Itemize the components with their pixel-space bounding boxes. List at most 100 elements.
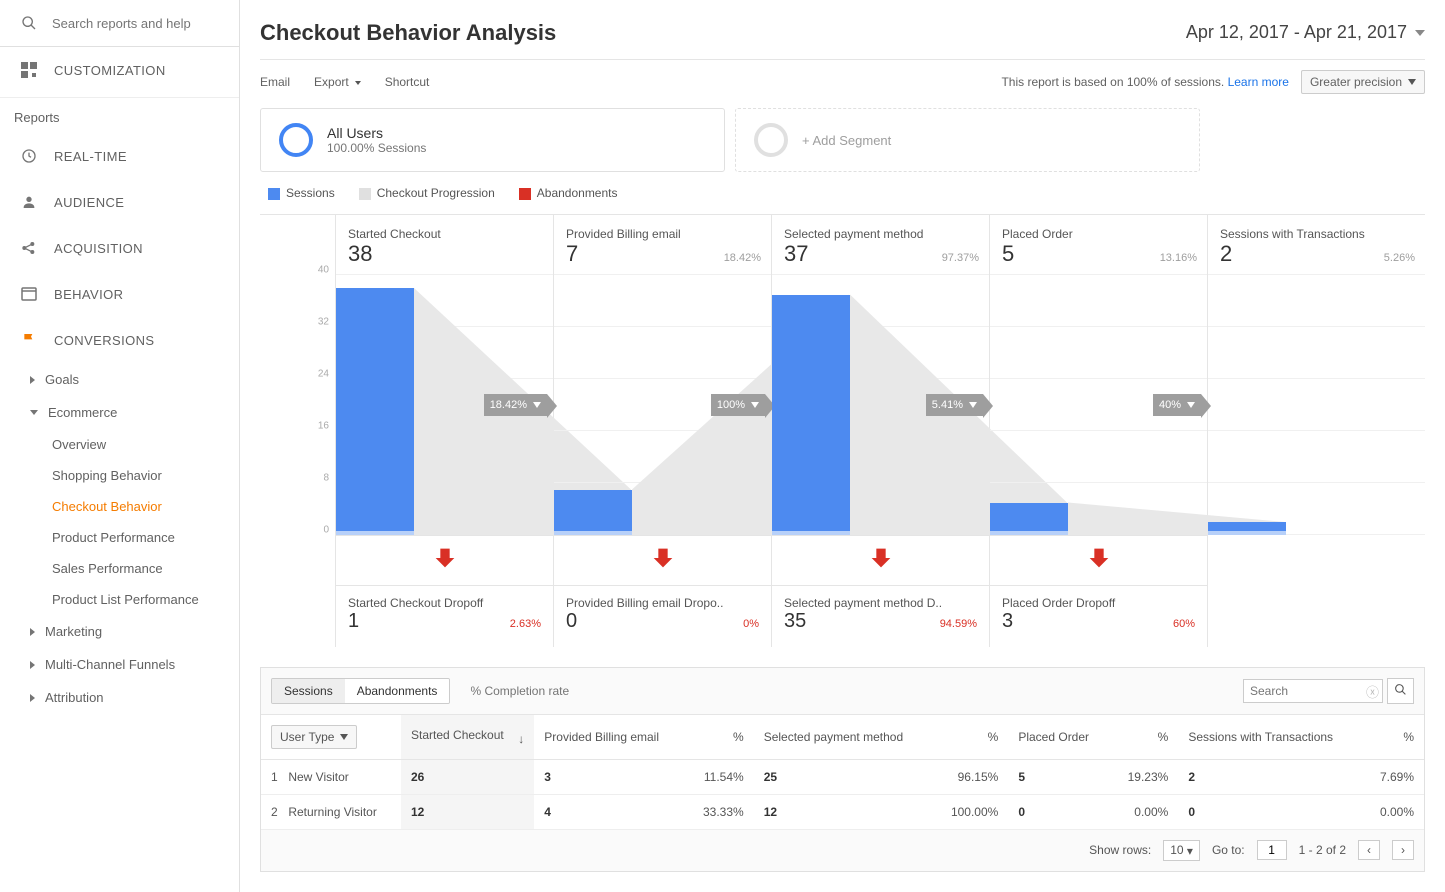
col-placed-order[interactable]: Placed Order <box>1008 715 1110 760</box>
flow-tag[interactable]: 18.42% <box>484 394 547 416</box>
segment-all-users[interactable]: All Users 100.00% Sessions <box>260 108 725 172</box>
y-axis: 0816243240 <box>260 215 335 647</box>
share-icon <box>18 239 40 257</box>
caret-down-icon <box>1415 30 1425 36</box>
table-search-button[interactable] <box>1387 678 1414 704</box>
ec-product-list-performance[interactable]: Product List Performance <box>0 584 239 615</box>
chart-legend: Sessions Checkout Progression Abandonmen… <box>260 172 1425 214</box>
action-shortcut[interactable]: Shortcut <box>385 75 430 89</box>
sidebar-search-input[interactable] <box>52 16 228 31</box>
learn-more-link[interactable]: Learn more <box>1228 75 1289 89</box>
col-transactions[interactable]: Sessions with Transactions <box>1178 715 1363 760</box>
funnel-bar[interactable] <box>1208 522 1286 535</box>
sub-goals[interactable]: Goals <box>0 363 239 396</box>
step-value: 2 <box>1220 241 1232 267</box>
caret-right-icon <box>30 694 35 702</box>
step-pct: 18.42% <box>724 252 761 264</box>
date-range-picker[interactable]: Apr 12, 2017 - Apr 21, 2017 <box>1186 20 1425 49</box>
sidebar-customization-label: CUSTOMIZATION <box>54 63 166 78</box>
sub-mcf[interactable]: Multi-Channel Funnels <box>0 648 239 681</box>
rows-select[interactable]: 10 ▾ <box>1163 840 1200 861</box>
donut-icon <box>754 123 788 157</box>
data-table: User Type Started Checkout↓ Provided Bil… <box>261 715 1424 830</box>
col-started-checkout[interactable]: Started Checkout↓ <box>401 715 534 760</box>
dropoff-value: 3 <box>1002 610 1013 633</box>
ec-sales-performance[interactable]: Sales Performance <box>0 553 239 584</box>
dropoff-pct: 2.63% <box>510 618 541 630</box>
table-row[interactable]: 1 New Visitor26311.54%2596.15%519.23%27.… <box>261 760 1424 795</box>
toggle-sessions[interactable]: Sessions <box>272 679 345 703</box>
dropoff-value: 35 <box>784 610 806 633</box>
action-export[interactable]: Export <box>314 75 361 89</box>
caret-right-icon <box>30 661 35 669</box>
clear-icon[interactable]: ⓧ <box>1366 682 1379 701</box>
caret-down-icon <box>30 410 38 415</box>
sidebar-acquisition[interactable]: ACQUISITION <box>0 225 239 271</box>
reports-heading: Reports <box>0 98 239 133</box>
toggle-abandonments[interactable]: Abandonments <box>345 679 450 703</box>
funnel-bar[interactable] <box>990 503 1068 536</box>
funnel-step: Provided Billing email718.42%100%Provide… <box>553 215 771 647</box>
flow-tag[interactable]: 5.41% <box>926 394 983 416</box>
next-page[interactable]: › <box>1392 840 1414 860</box>
step-label: Placed Order <box>1002 227 1197 241</box>
step-label: Selected payment method <box>784 227 979 241</box>
page-range: 1 - 2 of 2 <box>1299 843 1346 857</box>
ec-product-performance[interactable]: Product Performance <box>0 522 239 553</box>
table-row[interactable]: 2 Returning Visitor12433.33%12100.00%00.… <box>261 795 1424 830</box>
sidebar: CUSTOMIZATION Reports REAL-TIME AUDIENCE… <box>0 0 240 892</box>
legend-swatch-sessions <box>268 188 280 200</box>
ec-shopping-behavior[interactable]: Shopping Behavior <box>0 460 239 491</box>
flow-tag[interactable]: 100% <box>711 394 765 416</box>
step-label: Provided Billing email <box>566 227 761 241</box>
y-tick: 32 <box>318 317 329 328</box>
prev-page[interactable]: ‹ <box>1358 840 1380 860</box>
sidebar-search[interactable] <box>0 0 239 47</box>
flow-tag[interactable]: 40% <box>1153 394 1201 416</box>
col-pct-2[interactable]: % <box>933 715 1009 760</box>
precision-dropdown[interactable]: Greater precision <box>1301 70 1425 94</box>
step-value: 7 <box>566 241 578 267</box>
legend-swatch-progression <box>359 188 371 200</box>
table-search-input[interactable] <box>1243 679 1383 703</box>
dropoff-label: Placed Order Dropoff <box>1002 596 1195 610</box>
funnel-step: Started Checkout3818.42%Started Checkout… <box>335 215 553 647</box>
ec-checkout-behavior[interactable]: Checkout Behavior <box>0 491 239 522</box>
sub-attribution[interactable]: Attribution <box>0 681 239 714</box>
funnel-bar[interactable] <box>336 288 414 535</box>
col-pct-4[interactable]: % <box>1363 715 1424 760</box>
funnel-bar[interactable] <box>772 295 850 536</box>
sidebar-customization[interactable]: CUSTOMIZATION <box>0 47 239 93</box>
sidebar-realtime[interactable]: REAL-TIME <box>0 133 239 179</box>
sub-marketing[interactable]: Marketing <box>0 615 239 648</box>
sidebar-conversions[interactable]: CONVERSIONS <box>0 317 239 363</box>
dashboard-icon <box>18 61 40 79</box>
dropoff-pct: 94.59% <box>940 618 977 630</box>
funnel-bar[interactable] <box>554 490 632 536</box>
sidebar-audience[interactable]: AUDIENCE <box>0 179 239 225</box>
person-icon <box>18 193 40 211</box>
flag-icon <box>18 331 40 349</box>
ec-overview[interactable]: Overview <box>0 429 239 460</box>
goto-input[interactable] <box>1257 840 1287 860</box>
add-segment[interactable]: + Add Segment <box>735 108 1200 172</box>
caret-right-icon <box>30 376 35 384</box>
y-tick: 40 <box>318 265 329 276</box>
action-email[interactable]: Email <box>260 75 290 89</box>
col-billing-email[interactable]: Provided Billing email <box>534 715 685 760</box>
col-pct-3[interactable]: % <box>1110 715 1178 760</box>
sidebar-behavior[interactable]: BEHAVIOR <box>0 271 239 317</box>
caret-down-icon <box>355 81 361 85</box>
search-icon <box>18 14 40 32</box>
page-title: Checkout Behavior Analysis <box>260 20 556 46</box>
step-value: 37 <box>784 241 808 267</box>
caret-down-icon <box>1408 79 1416 85</box>
step-pct: 5.26% <box>1384 252 1415 264</box>
step-pct: 97.37% <box>942 252 979 264</box>
sub-ecommerce[interactable]: Ecommerce <box>0 396 239 429</box>
col-pct-1[interactable]: % <box>686 715 754 760</box>
donut-icon <box>279 123 313 157</box>
col-payment-method[interactable]: Selected payment method <box>754 715 933 760</box>
data-table-panel: Sessions Abandonments % Completion rate … <box>260 667 1425 872</box>
dimension-picker[interactable]: User Type <box>271 725 357 749</box>
